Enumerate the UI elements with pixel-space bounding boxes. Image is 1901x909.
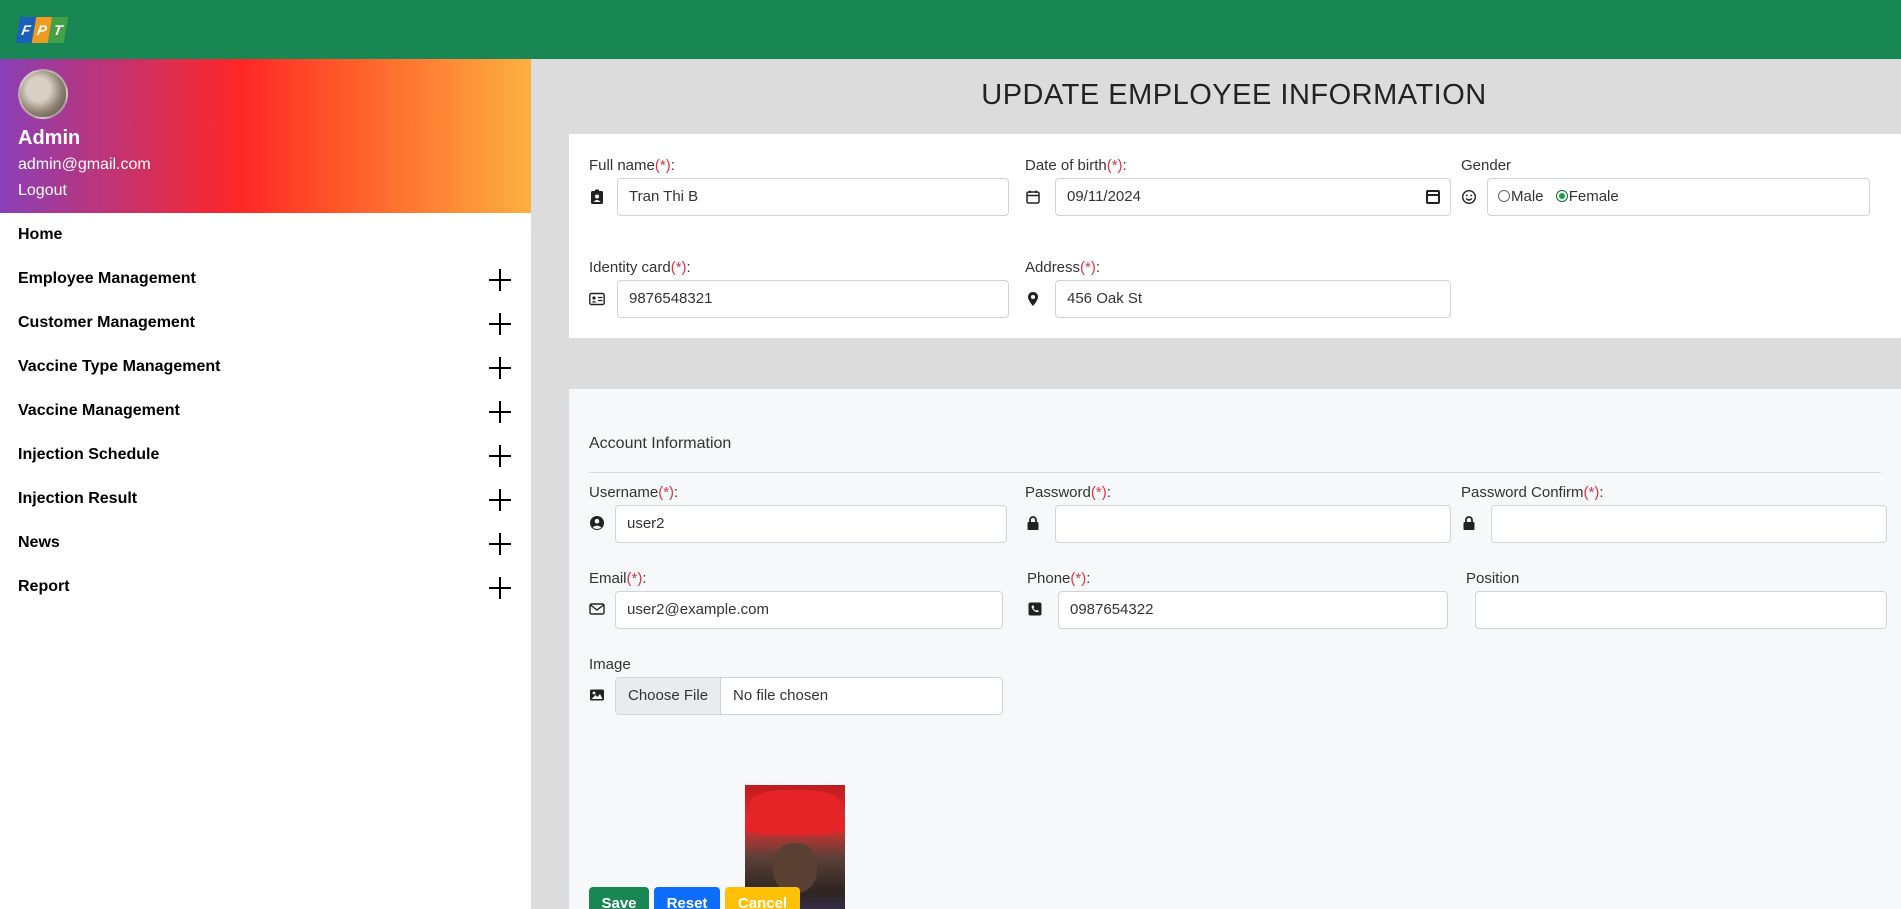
sidebar-item-label: Vaccine Type Management [18,358,221,375]
phone-square-icon [1028,602,1042,616]
id-card-icon [589,292,605,306]
account-section-title: Account Information [589,435,732,452]
sidebar-item-report[interactable]: Report [0,565,531,609]
phone-label: Phone(*): [1027,570,1091,587]
user-name: Admin [18,127,81,149]
main-content: UPDATE EMPLOYEE INFORMATION Full name(*)… [531,59,1901,909]
reset-button[interactable]: Reset [654,887,720,909]
sidebar-item-label: Injection Result [18,490,138,507]
username-label: Username(*): [589,484,679,501]
logout-link[interactable]: Logout [18,182,67,200]
position-input[interactable] [1475,591,1887,629]
plus-icon[interactable] [488,356,512,380]
gender-option-female[interactable]: Female [1555,188,1619,205]
plus-icon[interactable] [488,488,512,512]
gender-label: Gender [1461,157,1512,174]
section-divider [589,472,1881,473]
cancel-button[interactable]: Cancel [725,887,800,909]
sidebar-item-label: Injection Schedule [18,446,160,463]
personal-info-panel: Full name(*): Tran Thi B Date of birth(*… [569,134,1901,338]
full-name-label: Full name(*): [589,157,675,174]
calendar-icon [1026,190,1040,204]
account-info-panel: Account Information Username(*): user2 P… [569,389,1901,909]
plus-icon[interactable] [488,532,512,556]
identity-card-input[interactable]: 9876548321 [617,280,1009,318]
image-file-input[interactable]: Choose File No file chosen [615,677,1003,715]
username-input[interactable]: user2 [615,505,1007,543]
choose-file-button[interactable]: Choose File [616,678,722,714]
sidebar-item-label: Report [18,578,70,595]
date-of-birth-input[interactable]: 09/11/2024 [1055,178,1451,216]
address-label: Address(*): [1025,259,1101,276]
full-name-input[interactable]: Tran Thi B [617,178,1009,216]
phone-input[interactable]: 0987654322 [1058,591,1448,629]
fpt-logo[interactable]: F P T [15,17,69,43]
email-input[interactable]: user2@example.com [615,591,1003,629]
password-confirm-label: Password Confirm(*): [1461,484,1604,501]
user-email: admin@gmail.com [18,156,151,173]
sidebar-item-injection-result[interactable]: Injection Result [0,477,531,521]
gender-radio-group: Male Female [1487,178,1870,216]
smile-icon [1461,189,1477,205]
plus-icon[interactable] [488,268,512,292]
date-of-birth-label: Date of birth(*): [1025,157,1127,174]
position-label: Position [1466,570,1520,587]
plus-icon[interactable] [488,312,512,336]
plus-icon[interactable] [488,576,512,600]
sidebar-item-vaccine-management[interactable]: Vaccine Management [0,389,531,433]
sidebar-item-vaccine-type-management[interactable]: Vaccine Type Management [0,345,531,389]
calendar-picker-icon[interactable] [1426,190,1440,204]
save-button[interactable]: Save [589,887,649,909]
logo-letter-t: T [47,17,69,43]
password-label: Password(*): [1025,484,1111,501]
image-icon [590,689,604,701]
password-input[interactable] [1055,505,1451,543]
user-circle-icon [590,516,604,530]
sidebar-item-injection-schedule[interactable]: Injection Schedule [0,433,531,477]
sidebar-item-label: Customer Management [18,314,195,331]
male-radio[interactable] [1498,190,1510,202]
location-pin-icon [1028,292,1038,306]
gender-option-male[interactable]: Male [1498,188,1544,205]
sidebar-item-home[interactable]: Home [0,213,531,257]
envelope-icon [589,603,605,615]
sidebar-item-customer-management[interactable]: Customer Management [0,301,531,345]
avatar [18,69,68,119]
sidebar-item-label: Employee Management [18,270,196,287]
id-badge-icon [591,189,603,204]
lock-icon [1027,516,1039,530]
sidebar-item-news[interactable]: News [0,521,531,565]
address-input[interactable]: 456 Oak St [1055,280,1451,318]
password-confirm-input[interactable] [1491,505,1887,543]
identity-card-label: Identity card(*): [589,259,691,276]
plus-icon[interactable] [488,444,512,468]
top-bar: F P T [0,0,1901,59]
lock-icon [1463,516,1475,530]
image-label: Image [589,656,631,673]
page-title: UPDATE EMPLOYEE INFORMATION [981,79,1487,111]
user-profile-card: Admin admin@gmail.com Logout [0,59,531,213]
sidebar-nav: Home Employee Management Customer Manage… [0,213,531,609]
sidebar-item-label: News [18,534,60,551]
email-label: Email(*): [589,570,647,587]
sidebar-item-label: Vaccine Management [18,402,180,419]
sidebar-item-employee-management[interactable]: Employee Management [0,257,531,301]
female-radio[interactable] [1555,190,1568,202]
sidebar-item-label: Home [18,226,63,243]
file-status-text: No file chosen [733,687,829,704]
sidebar: Admin admin@gmail.com Logout Home Employ… [0,59,531,909]
plus-icon[interactable] [488,400,512,424]
